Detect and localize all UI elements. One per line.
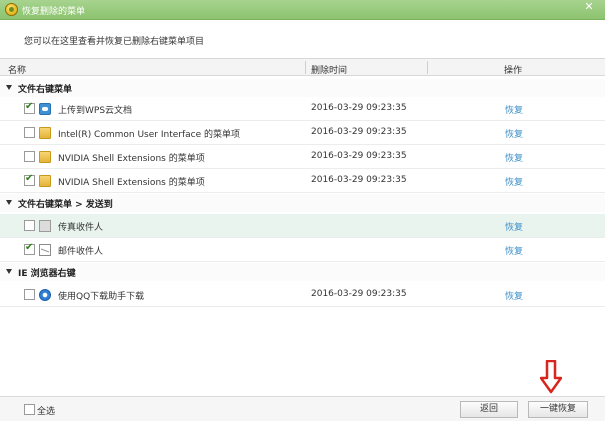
restore-link[interactable]: 恢复 [505, 289, 523, 302]
column-name-header: 名称 [8, 66, 27, 76]
group-file-context-menu[interactable]: 文件右键菜单 [0, 79, 605, 97]
delete-time: 2016-03-29 09:23:35 [311, 151, 407, 161]
table-row: 使用QQ下载助手下载 2016-03-29 09:23:35 恢复 [0, 283, 605, 307]
column-divider [427, 61, 428, 74]
delete-time: 2016-03-29 09:23:35 [311, 103, 407, 113]
column-time-header: 删除时间 [311, 66, 348, 76]
collapse-triangle-icon[interactable] [6, 85, 12, 90]
item-name: 传真收件人 [58, 223, 104, 233]
app-logo-icon [5, 3, 18, 16]
close-button[interactable]: ✕ [573, 0, 605, 14]
cloud-icon [39, 103, 51, 115]
mail-icon [39, 244, 51, 256]
row-checkbox[interactable] [24, 151, 35, 162]
ie-browser-icon [39, 289, 51, 301]
restore-link[interactable]: 恢复 [505, 220, 523, 233]
description-text: 您可以在这里查看并恢复已删除右键菜单项目 [24, 37, 205, 47]
column-action-header: 操作 [504, 66, 523, 76]
delete-time: 2016-03-29 09:23:35 [311, 127, 407, 137]
group-label: 文件右键菜单 [18, 85, 73, 95]
group-ie-context-menu[interactable]: IE 浏览器右键 [0, 263, 605, 281]
row-checkbox[interactable] [24, 242, 35, 255]
item-name: 邮件收件人 [58, 247, 104, 257]
table-row: 邮件收件人 恢复 [0, 238, 605, 262]
fax-icon [39, 220, 51, 232]
table-row: 上传到WPS云文档 2016-03-29 09:23:35 恢复 [0, 97, 605, 121]
folder-icon [39, 175, 51, 187]
item-name: 使用QQ下载助手下载 [58, 292, 145, 302]
restore-link[interactable]: 恢复 [505, 244, 523, 257]
back-button[interactable]: 返回 [460, 401, 518, 418]
group-send-to[interactable]: 文件右键菜单 > 发送到 [0, 194, 605, 212]
group-label: IE 浏览器右键 [18, 269, 76, 279]
restore-all-button[interactable]: 一键恢复 [528, 401, 588, 418]
row-checkbox[interactable] [24, 173, 35, 186]
table-header: 名称 删除时间 操作 [0, 58, 605, 76]
group-label: 文件右键菜单 > 发送到 [18, 200, 113, 210]
item-name: NVIDIA Shell Extensions 的菜单项 [58, 178, 205, 188]
delete-time: 2016-03-29 09:23:35 [311, 289, 407, 299]
title-bar: 恢复删除的菜单 ✕ [0, 0, 605, 20]
table-row: 传真收件人 恢复 [0, 214, 605, 238]
footer-bar: 全选 返回 一键恢复 [0, 396, 605, 421]
folder-icon [39, 151, 51, 163]
restore-link[interactable]: 恢复 [505, 175, 523, 188]
folder-icon [39, 127, 51, 139]
restore-link[interactable]: 恢复 [505, 127, 523, 140]
collapse-triangle-icon[interactable] [6, 200, 12, 205]
row-checkbox[interactable] [24, 101, 35, 114]
row-checkbox[interactable] [24, 127, 35, 138]
select-all-label[interactable]: 全选 [37, 404, 55, 417]
collapse-triangle-icon[interactable] [6, 269, 12, 274]
window-title: 恢复删除的菜单 [22, 7, 86, 17]
table-row: Intel(R) Common User Interface 的菜单项 2016… [0, 121, 605, 145]
table-row: NVIDIA Shell Extensions 的菜单项 2016-03-29 … [0, 145, 605, 169]
column-divider [305, 61, 306, 74]
item-name: Intel(R) Common User Interface 的菜单项 [58, 130, 240, 140]
item-name: NVIDIA Shell Extensions 的菜单项 [58, 154, 205, 164]
restore-link[interactable]: 恢复 [505, 151, 523, 164]
row-checkbox[interactable] [24, 220, 35, 231]
item-name: 上传到WPS云文档 [58, 106, 133, 116]
down-arrow-icon [540, 360, 562, 394]
table-row: NVIDIA Shell Extensions 的菜单项 2016-03-29 … [0, 169, 605, 193]
row-checkbox[interactable] [24, 289, 35, 300]
select-all-checkbox[interactable] [24, 404, 35, 415]
restore-link[interactable]: 恢复 [505, 103, 523, 116]
delete-time: 2016-03-29 09:23:35 [311, 175, 407, 185]
